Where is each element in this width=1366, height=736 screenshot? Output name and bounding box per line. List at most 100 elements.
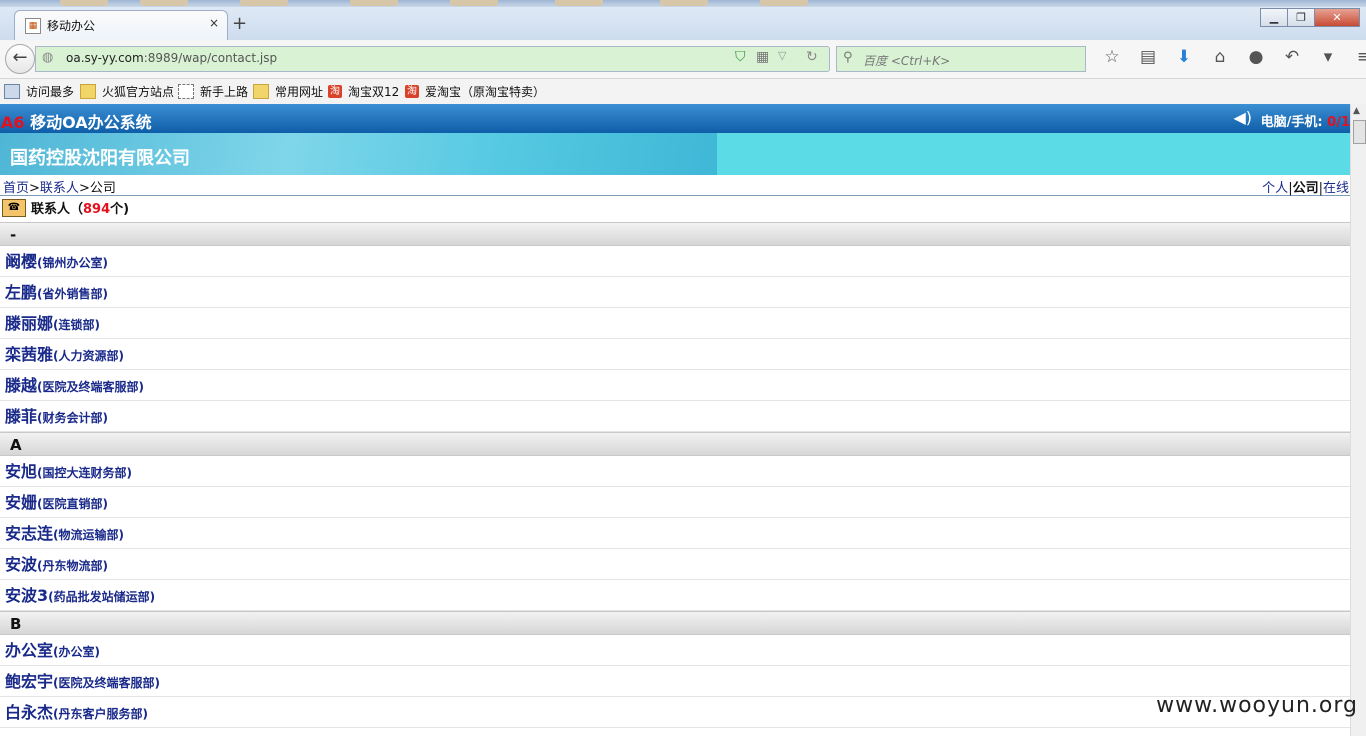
bookmark-item[interactable]: 访问最多 [4, 83, 74, 100]
app-title: A6 移动OA办公系统 [1, 109, 152, 133]
breadcrumb-separator: > [29, 181, 40, 196]
contact-row[interactable]: 安波(丹东物流部) [0, 549, 1350, 580]
contacts-heading-label: 联系人（894个) [31, 198, 129, 217]
letter-section-header: A [0, 432, 1350, 456]
back-button[interactable]: ← [5, 44, 35, 74]
contacts-count: 894 [83, 202, 111, 217]
breadcrumb-current: 公司 [89, 181, 116, 196]
contacts-icon: ☎ [2, 199, 26, 217]
home-icon[interactable]: ⌂ [1202, 47, 1238, 67]
contact-department: (丹东客户服务部) [53, 707, 148, 721]
brand-prefix: A6 [1, 113, 25, 132]
url-text[interactable]: oa.sy-yy.com:8989/wap/contact.jsp [66, 51, 277, 65]
tab-online[interactable]: 在线 [1323, 181, 1349, 196]
contact-row[interactable]: 白永杰(丹东客户服务部) [0, 697, 1350, 728]
bookmark-item[interactable]: 常用网址 [253, 83, 323, 100]
contact-row[interactable]: 安波3(药品批发站储运部) [0, 580, 1350, 611]
os-taskbar-strip [0, 0, 1366, 7]
new-tab-button[interactable]: + [232, 13, 247, 34]
contact-row[interactable]: 阚樱(锦州办公室) [0, 246, 1350, 277]
contact-name[interactable]: 办公室 [5, 641, 53, 660]
tab-close-icon[interactable]: × [209, 16, 219, 30]
contact-name[interactable]: 安波3 [5, 586, 48, 605]
browser-titlebar: ▦ 移动办公 × + ▁ ❐ ✕ [0, 7, 1366, 41]
bookmarks-menu-icon[interactable]: ▤ [1130, 47, 1166, 67]
minimize-button[interactable]: ▁ [1260, 8, 1288, 27]
chat-icon[interactable]: ● [1238, 47, 1274, 67]
scroll-thumb[interactable] [1353, 120, 1366, 144]
page-scrollbar[interactable]: ▲ [1350, 104, 1366, 736]
contact-name[interactable]: 安波 [5, 555, 37, 574]
contact-name[interactable]: 栾茜雅 [5, 345, 53, 364]
contact-row[interactable]: 办公室(办公室) [0, 635, 1350, 666]
bookmark-item[interactable]: 火狐官方站点 [80, 83, 174, 100]
close-window-button[interactable]: ✕ [1314, 8, 1360, 27]
contact-name[interactable]: 滕越 [5, 376, 37, 395]
breadcrumb-bar: 首页>联系人>公司 个人|公司|在线 [0, 175, 1350, 196]
contact-row[interactable]: 安志连(物流运输部) [0, 518, 1350, 549]
search-icon: ⚲ [843, 50, 853, 65]
contact-name[interactable]: 安旭 [5, 462, 37, 481]
watermark: www.wooyun.org [1156, 693, 1358, 718]
site-identity-icon[interactable]: ◍ [42, 50, 53, 65]
contact-name[interactable]: 滕菲 [5, 407, 37, 426]
contact-department: (医院及终端客服部) [37, 380, 144, 394]
reload-icon[interactable]: ↻ [806, 49, 818, 65]
shield-icon[interactable]: ⛉ [735, 49, 746, 65]
bookmark-item[interactable]: 淘淘宝双12 [328, 83, 399, 100]
contact-name[interactable]: 安志连 [5, 524, 53, 543]
contact-row[interactable]: 滕菲(财务会计部) [0, 401, 1350, 432]
contact-row[interactable]: 左鹏(省外销售部) [0, 277, 1350, 308]
dropdown-icon[interactable]: ▾ [1310, 47, 1346, 67]
breadcrumb-contacts-link[interactable]: 联系人 [40, 181, 79, 196]
undo-icon[interactable]: ↶ [1274, 47, 1310, 67]
contact-name[interactable]: 安姗 [5, 493, 37, 512]
device-counter: 电脑/手机: 0/1 [1261, 111, 1350, 130]
contact-name[interactable]: 白永杰 [5, 703, 53, 722]
device-count: 0/1 [1327, 115, 1350, 130]
contact-name[interactable]: 滕丽娜 [5, 314, 53, 333]
contact-department: (医院直销部) [37, 497, 108, 511]
tab-company[interactable]: 公司 [1293, 181, 1319, 196]
contact-department: (医院及终端客服部) [53, 676, 160, 690]
contact-name[interactable]: 左鹏 [5, 283, 37, 302]
qr-code-icon[interactable]: ▦ [756, 49, 769, 65]
contact-row[interactable]: 滕丽娜(连锁部) [0, 308, 1350, 339]
contact-department: (省外销售部) [37, 287, 108, 301]
bookmark-label: 爱淘宝（原淘宝特卖） [425, 85, 546, 99]
contact-name[interactable]: 鲍宏宇 [5, 672, 53, 691]
url-dropdown-icon[interactable]: ▽ [778, 49, 786, 62]
breadcrumb-home-link[interactable]: 首页 [3, 181, 29, 196]
contact-row[interactable]: 安旭(国控大连财务部) [0, 456, 1350, 487]
oa-header: A6 移动OA办公系统 ◀) 电脑/手机: 0/1 [0, 104, 1350, 133]
letter-section-header: B [0, 611, 1350, 635]
company-banner: 国药控股沈阳有限公司 [0, 133, 1350, 175]
folder-icon [80, 84, 96, 99]
bookmark-star-icon[interactable]: ☆ [1094, 47, 1130, 67]
browser-tab[interactable]: ▦ 移动办公 × [14, 10, 228, 41]
bookmark-item[interactable]: 新手上路 [178, 83, 248, 100]
breadcrumb-separator: > [78, 181, 90, 196]
brand-name: 移动OA办公系统 [24, 113, 152, 132]
bookmark-item[interactable]: 淘爱淘宝（原淘宝特卖） [405, 83, 545, 100]
bookmark-label: 访问最多 [26, 85, 75, 99]
tab-title: 移动办公 [47, 19, 96, 33]
contact-name[interactable]: 阚樱 [5, 252, 37, 271]
url-bar[interactable]: ◍ oa.sy-yy.com:8989/wap/contact.jsp ⛉ ▦ … [35, 46, 830, 72]
search-box[interactable]: ⚲ 百度 <Ctrl+K> [836, 46, 1086, 72]
letter-section-header: - [0, 222, 1350, 246]
bookmarks-toolbar: 访问最多 火狐官方站点 新手上路 常用网址 淘淘宝双12 淘爱淘宝（原淘宝特卖） [0, 79, 1366, 104]
bookmark-label: 新手上路 [200, 85, 249, 99]
download-icon[interactable]: ⬇ [1166, 47, 1202, 67]
speaker-icon[interactable]: ◀) [1233, 108, 1252, 127]
tab-personal[interactable]: 个人 [1262, 181, 1288, 196]
contact-row[interactable]: 栾茜雅(人力资源部) [0, 339, 1350, 370]
device-label: 电脑/手机: [1260, 115, 1328, 130]
contact-department: (物流运输部) [53, 528, 124, 542]
scroll-up-icon[interactable]: ▲ [1353, 106, 1360, 116]
menu-icon[interactable]: ≡ [1346, 47, 1366, 67]
restore-button[interactable]: ❐ [1287, 8, 1315, 27]
contact-row[interactable]: 滕越(医院及终端客服部) [0, 370, 1350, 401]
contact-row[interactable]: 鲍宏宇(医院及终端客服部) [0, 666, 1350, 697]
contact-row[interactable]: 安姗(医院直销部) [0, 487, 1350, 518]
